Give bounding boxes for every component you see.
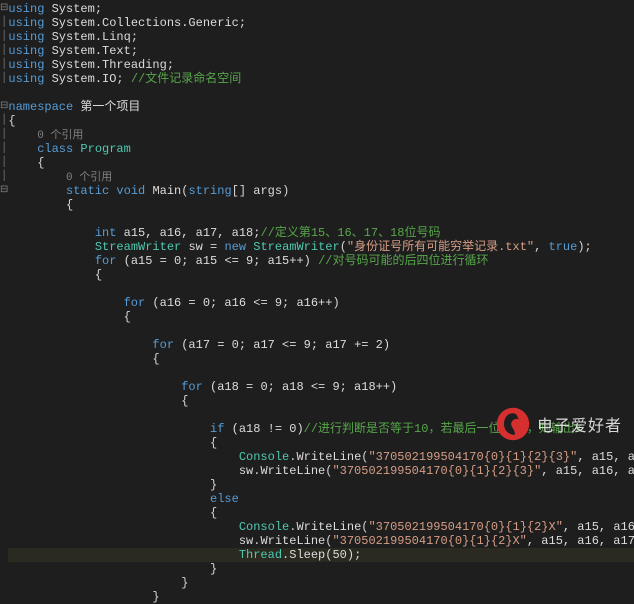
code-area[interactable]: using System; using System.Collections.G… [8,0,634,604]
outline-gutter: ⊟ │ │ │ │ │ ⊟ │ │ │ │ │ ⊟ [0,0,8,604]
codelens-references[interactable]: 0 个引用 [66,172,112,184]
keyword-using: using [8,2,44,16]
fold-icon[interactable]: ⊟ [0,2,8,16]
fold-icon[interactable]: ⊟ [0,100,8,114]
fold-icon[interactable]: ⊟ [0,184,8,198]
current-line: Thread.Sleep(50); [8,548,634,562]
code-editor[interactable]: ⊟ │ │ │ │ │ ⊟ │ │ │ │ │ ⊟ using System; … [0,0,634,604]
codelens-references[interactable]: 0 个引用 [37,130,83,142]
comment: //文件记录命名空间 [131,72,241,86]
